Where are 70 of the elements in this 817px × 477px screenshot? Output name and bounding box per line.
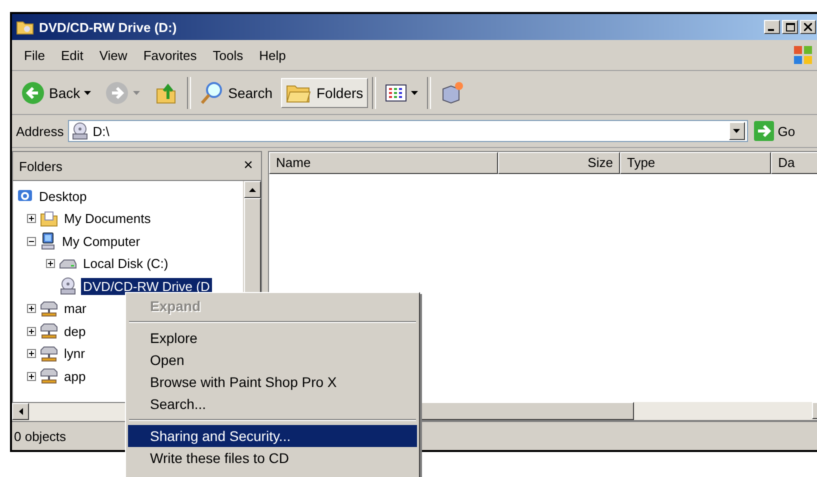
go-button[interactable]: Go [752,121,798,141]
column-header[interactable]: Name [269,152,498,174]
folders-button[interactable]: Folders [281,78,368,108]
menu-item[interactable]: Browse with Paint Shop Pro X [128,371,417,393]
expand-icon[interactable] [27,326,36,336]
expand-icon[interactable] [27,304,36,314]
tree-item[interactable]: dep [62,322,88,340]
search-button[interactable]: Search [195,76,278,108]
expand-icon[interactable] [27,349,36,358]
collapse-icon[interactable] [27,236,36,246]
menu-item[interactable]: Sharing and Security... [128,425,417,447]
caret-icon [733,129,740,133]
menu-item[interactable]: Favorites [135,46,205,64]
tree-item[interactable]: Local Disk (C:) [81,255,170,272]
search-icon [200,80,224,104]
menu-item[interactable]: Write these files to CD [128,447,417,469]
close-button[interactable] [800,20,816,34]
tree-item[interactable]: DVD/CD-RW Drive (D [81,278,212,295]
folder-icon [16,19,34,35]
dropdown-button[interactable] [728,122,745,140]
network-drive-icon [40,322,58,340]
maximize-icon [786,22,794,32]
column-header[interactable]: Size [498,152,620,174]
scroll-up-button[interactable] [244,181,261,198]
column-header[interactable]: Type [620,152,772,174]
network-drive-icon [40,367,58,386]
column-header[interactable]: Da [771,152,817,174]
caret-icon [249,188,256,192]
menu-item[interactable]: Open [128,349,417,371]
menu-item[interactable]: Search... [128,393,417,415]
menu-item[interactable]: Tools [204,46,252,64]
maximize-button[interactable] [782,20,798,34]
menu-item[interactable]: Explore [128,327,417,349]
status-text: 0 objects [14,428,66,444]
tree-item[interactable]: My Computer [60,232,142,250]
expand-icon[interactable] [27,372,36,381]
close-icon [804,23,812,31]
address-field[interactable]: D:\ [68,120,748,142]
computer-icon [40,232,56,250]
tree-item[interactable]: Desktop [37,188,89,205]
expand-icon[interactable] [27,214,36,224]
flag-icon [792,44,814,66]
network-drive-icon [40,300,58,318]
tree-item[interactable]: lynr [62,345,87,362]
grid-icon [385,84,408,102]
menu-item[interactable]: View [91,46,136,64]
caret-icon [411,90,418,94]
disk-drive-icon [59,258,77,270]
close-button[interactable]: × [240,157,257,175]
window-title: DVD/CD-RW Drive (D:) [39,20,177,34]
caret-icon [18,408,22,415]
tree-item[interactable]: My Documents [62,210,153,228]
network-drive-icon [40,344,58,363]
tree-item[interactable]: mar [62,300,88,318]
pane-title: Folders [19,158,62,174]
address-label: Address [16,124,64,138]
minimize-button[interactable] [764,20,780,34]
folder-icon [40,210,58,227]
back-button[interactable]: Back [16,76,96,108]
caret-icon [133,90,140,94]
menu-item[interactable]: Edit [52,46,92,64]
cd-drive-icon [70,122,89,140]
cd-drive-icon [59,277,77,296]
box-icon [440,80,464,104]
scroll-left-button[interactable] [12,403,29,420]
expand-icon[interactable] [46,259,55,268]
caret-icon [84,90,92,94]
tree-item[interactable]: app [62,368,88,385]
menu-item[interactable]: File [16,46,53,64]
menu-item[interactable]: Help [251,46,294,64]
